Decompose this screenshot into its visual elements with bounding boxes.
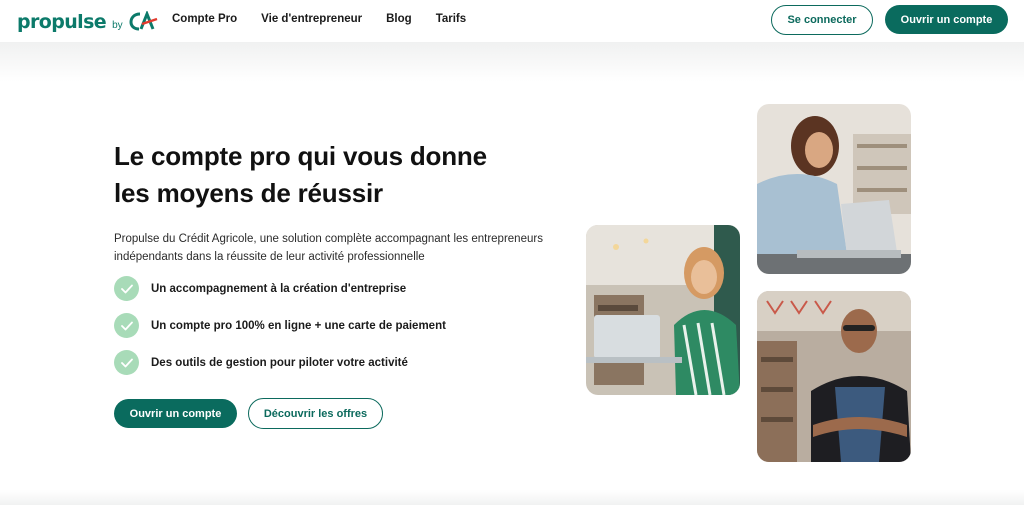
check-icon bbox=[114, 313, 139, 338]
top-navigation-bar: propulse by Compte Pro Vie d'entrepreneu… bbox=[0, 0, 1024, 42]
open-account-button[interactable]: Ouvrir un compte bbox=[114, 399, 237, 428]
hero-title-line-2: les moyens de réussir bbox=[114, 178, 383, 208]
nav-blog[interactable]: Blog bbox=[386, 13, 412, 25]
feature-text: Un compte pro 100% en ligne + une carte … bbox=[151, 319, 446, 332]
logo-wordmark: propulse bbox=[17, 11, 107, 33]
nav-tarifs[interactable]: Tarifs bbox=[436, 13, 466, 25]
main-nav: Compte Pro Vie d'entrepreneur Blog Tarif… bbox=[172, 13, 490, 25]
hero-description: Propulse du Crédit Agricole, une solutio… bbox=[114, 233, 543, 263]
hero-title-line-1: Le compte pro qui vous donne bbox=[114, 141, 487, 171]
propulse-logo[interactable]: propulse by bbox=[17, 8, 159, 33]
photo-man-apron-store bbox=[757, 291, 911, 462]
feature-list: Un accompagnement à la création d'entrep… bbox=[114, 276, 446, 387]
section-divider bbox=[0, 490, 1024, 505]
feature-item: Un accompagnement à la création d'entrep… bbox=[114, 276, 446, 301]
nav-compte-pro[interactable]: Compte Pro bbox=[172, 13, 237, 25]
login-button[interactable]: Se connecter bbox=[771, 5, 873, 35]
feature-text: Des outils de gestion pour piloter votre… bbox=[151, 356, 408, 369]
photo-woman-working-laptop bbox=[757, 104, 911, 274]
check-icon bbox=[114, 350, 139, 375]
feature-text: Un accompagnement à la création d'entrep… bbox=[151, 282, 407, 295]
discover-offers-button[interactable]: Découvrir les offres bbox=[248, 398, 383, 429]
header-shadow bbox=[0, 42, 1024, 82]
logo-by-text: by bbox=[112, 20, 123, 31]
header-open-account-button[interactable]: Ouvrir un compte bbox=[885, 5, 1008, 34]
nav-vie-entrepreneur[interactable]: Vie d'entrepreneur bbox=[261, 13, 362, 25]
hero-title: Le compte pro qui vous donne les moyens … bbox=[114, 138, 574, 212]
check-icon bbox=[114, 276, 139, 301]
credit-agricole-logo-icon bbox=[129, 9, 159, 36]
feature-item: Des outils de gestion pour piloter votre… bbox=[114, 350, 446, 375]
photo-woman-laptop-shop bbox=[586, 225, 740, 395]
feature-item: Un compte pro 100% en ligne + une carte … bbox=[114, 313, 446, 338]
